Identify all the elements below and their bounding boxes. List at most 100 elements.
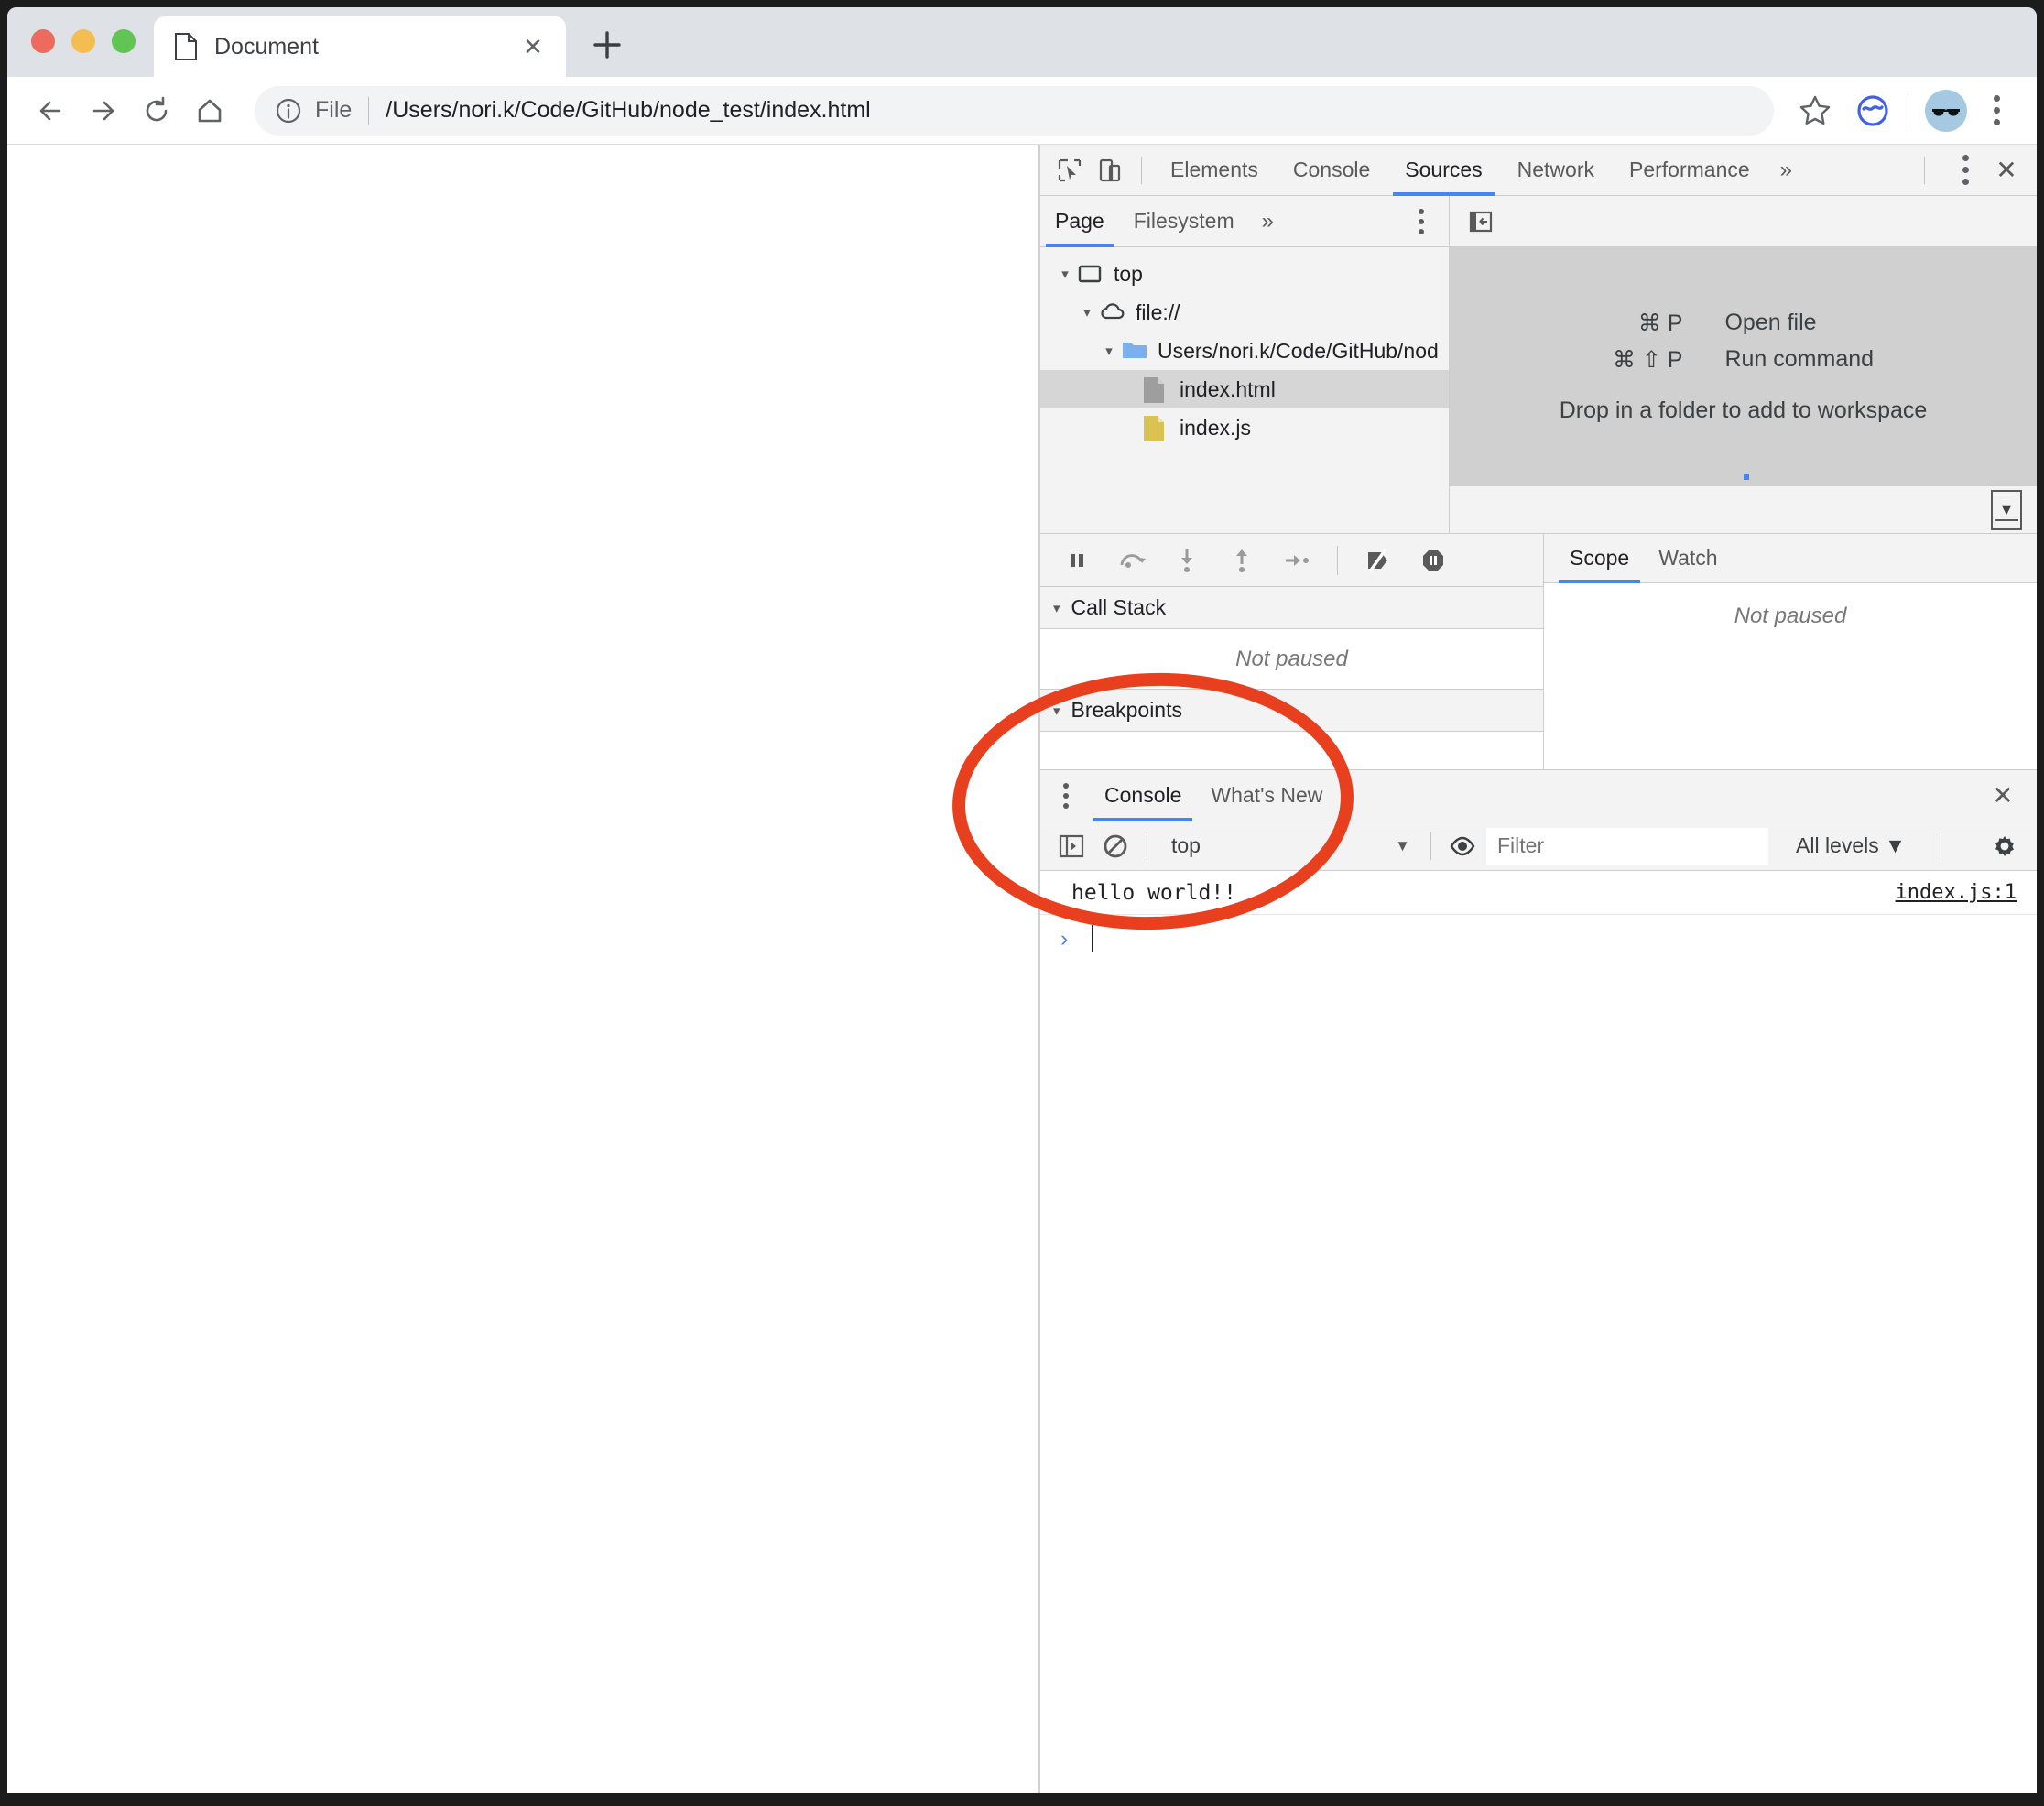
tab-console[interactable]: Console — [1276, 145, 1387, 195]
chevron-down-icon[interactable]: ▼ — [1395, 837, 1410, 855]
sources-top-row: Page Filesystem » ▾ — [1040, 196, 2037, 533]
zoom-window-button[interactable] — [112, 29, 136, 53]
step-out-icon[interactable] — [1218, 539, 1266, 582]
drawer-tab-whats-new[interactable]: What's New — [1196, 770, 1337, 821]
breakpoints-header[interactable]: ▾ Breakpoints — [1040, 690, 1543, 732]
console-drawer: Console What's New ✕ top — [1040, 769, 2037, 1793]
drawer-tab-strip: Console What's New ✕ — [1040, 770, 2037, 821]
frame-icon — [1077, 261, 1103, 287]
drawer-menu-button[interactable] — [1049, 775, 1082, 817]
close-tab-button[interactable]: ✕ — [516, 30, 549, 63]
console-toolbar: top ▼ All levels ▼ — [1040, 821, 2037, 871]
forward-button[interactable] — [77, 84, 130, 137]
shortcut-label-open-file: Open file — [1724, 310, 1874, 337]
console-toolbar-divider-2 — [1430, 832, 1431, 860]
devtools-tab-list: Elements Console Sources Network Perform… — [1153, 145, 1767, 195]
collapse-caret-icon[interactable]: ▾ — [1053, 702, 1060, 719]
tab-network[interactable]: Network — [1500, 145, 1612, 195]
tab-elements[interactable]: Elements — [1153, 145, 1276, 195]
close-window-button[interactable] — [31, 29, 55, 53]
address-bar[interactable]: File /Users/nori.k/Code/GitHub/node_test… — [255, 86, 1774, 136]
call-stack-empty: Not paused — [1040, 629, 1543, 690]
clear-console-icon[interactable] — [1095, 827, 1136, 865]
console-message-list: hello world!! index.js:1 › — [1040, 871, 2037, 963]
debugger-pane: ▾ Call Stack Not paused ▾ Breakpoints — [1040, 534, 1544, 769]
drawer-tab-console[interactable]: Console — [1090, 770, 1196, 821]
console-filter-input[interactable] — [1486, 828, 1768, 865]
tree-item-top[interactable]: ▾ top — [1040, 255, 1449, 293]
tree-item-folder[interactable]: ▾ Users/nori.k/Code/GitHub/nod — [1040, 332, 1449, 370]
page-viewport[interactable] — [7, 145, 1038, 1793]
editor-empty-state: ⌘ P Open file ⌘ ⇧ P Run command Drop in … — [1450, 247, 2037, 485]
tab-strip: Document ✕ — [7, 7, 2037, 77]
show-drawer-icon[interactable]: ▼ — [1991, 490, 2022, 530]
tab-watch[interactable]: Watch — [1644, 534, 1732, 582]
expand-caret-icon[interactable]: ▾ — [1053, 266, 1077, 282]
console-level-selector[interactable]: All levels ▼ — [1796, 833, 1906, 858]
eye-icon[interactable] — [1442, 827, 1483, 865]
console-context-selector[interactable]: top ▼ — [1158, 827, 1419, 865]
navigator-tab-list: Page Filesystem » — [1040, 196, 1449, 247]
call-stack-header[interactable]: ▾ Call Stack — [1040, 587, 1543, 629]
cloud-icon — [1099, 299, 1125, 325]
browser-menu-button[interactable] — [1976, 88, 2017, 134]
call-stack-title: Call Stack — [1071, 595, 1167, 620]
shortcut-list: ⌘ P Open file ⌘ ⇧ P Run command — [1613, 310, 1874, 374]
new-tab-button[interactable] — [579, 16, 636, 73]
pause-script-icon[interactable] — [1053, 539, 1101, 582]
deactivate-breakpoints-icon[interactable] — [1354, 539, 1402, 582]
chevron-down-icon[interactable]: ▼ — [1885, 833, 1906, 857]
browser-tab[interactable]: Document ✕ — [154, 16, 566, 77]
scope-pane: Scope Watch Not paused — [1544, 534, 2037, 769]
expand-caret-icon[interactable]: ▾ — [1097, 343, 1121, 359]
show-navigator-icon[interactable] — [1461, 201, 1501, 242]
tree-item-label: Users/nori.k/Code/GitHub/nod — [1158, 339, 1439, 364]
navigator-tab-filesystem[interactable]: Filesystem — [1119, 196, 1249, 246]
console-context-value: top — [1171, 833, 1201, 858]
tree-item-label: index.js — [1180, 416, 1251, 441]
console-message-source-link[interactable]: index.js:1 — [1896, 881, 2017, 904]
console-empty-area[interactable] — [1040, 963, 2037, 1793]
console-message[interactable]: hello world!! index.js:1 — [1040, 871, 2037, 915]
expand-caret-icon[interactable]: ▾ — [1075, 304, 1099, 321]
tree-item-file-scheme[interactable]: ▾ file:// — [1040, 293, 1449, 332]
console-prompt[interactable]: › — [1040, 915, 2037, 963]
tree-item-index-html[interactable]: index.html — [1040, 370, 1449, 408]
tree-item-index-js[interactable]: index.js — [1040, 408, 1449, 447]
extension-icon[interactable] — [1854, 92, 1891, 129]
pause-on-exceptions-icon[interactable] — [1409, 539, 1457, 582]
url-text: /Users/nori.k/Code/GitHub/node_test/inde… — [386, 97, 870, 124]
tree-item-label: file:// — [1136, 300, 1180, 325]
avatar[interactable] — [1925, 90, 1967, 132]
minimize-window-button[interactable] — [71, 29, 95, 53]
editor-footer: ▼ — [1450, 485, 2037, 533]
close-devtools-icon[interactable]: ✕ — [1985, 149, 2028, 191]
navigator-menu-button[interactable] — [1405, 201, 1438, 242]
more-tabs-chevron-icon[interactable]: » — [1767, 158, 1805, 183]
navigator-tab-page[interactable]: Page — [1040, 196, 1119, 246]
back-button[interactable] — [24, 84, 77, 137]
gear-icon[interactable] — [1984, 826, 2026, 866]
collapse-caret-icon[interactable]: ▾ — [1053, 600, 1060, 616]
info-icon[interactable] — [275, 97, 302, 125]
home-button[interactable] — [183, 84, 236, 137]
tab-performance[interactable]: Performance — [1612, 145, 1767, 195]
step-icon[interactable] — [1273, 539, 1321, 582]
navigator-more-chevron-icon[interactable]: » — [1249, 209, 1287, 234]
close-drawer-icon[interactable]: ✕ — [1982, 775, 2024, 817]
device-toolbar-icon[interactable] — [1090, 150, 1130, 190]
bookmark-star-icon[interactable] — [1788, 84, 1842, 137]
devtools-menu-button[interactable] — [1945, 147, 1985, 193]
step-into-icon[interactable] — [1163, 539, 1211, 582]
tab-sources[interactable]: Sources — [1387, 145, 1499, 195]
shortcut-label-run-command: Run command — [1724, 346, 1874, 374]
reload-button[interactable] — [130, 84, 183, 137]
tab-scope[interactable]: Scope — [1555, 534, 1644, 582]
inspect-element-icon[interactable] — [1049, 150, 1090, 190]
editor-focus-dot — [1744, 474, 1749, 480]
omnibox-divider — [368, 97, 369, 125]
file-tree: ▾ top ▾ — [1040, 247, 1449, 533]
step-over-icon[interactable] — [1108, 539, 1156, 582]
console-sidebar-icon[interactable] — [1051, 827, 1092, 865]
tree-item-label: top — [1114, 262, 1143, 287]
